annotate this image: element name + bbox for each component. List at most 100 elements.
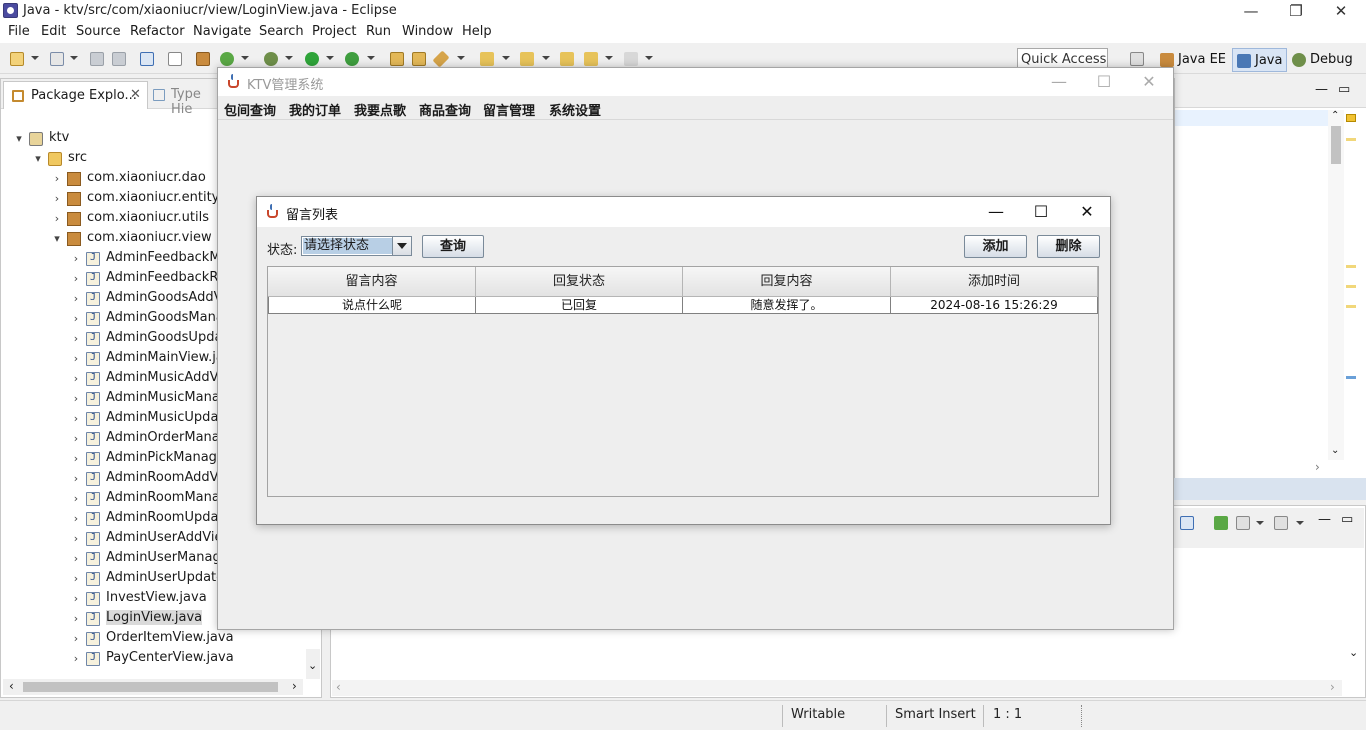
- chevron-right-icon[interactable]: ›: [70, 512, 82, 525]
- chevron-right-icon[interactable]: ›: [70, 492, 82, 505]
- display-console-icon[interactable]: [1180, 516, 1194, 530]
- debug-icon[interactable]: [264, 52, 278, 66]
- tree-item-file[interactable]: › PayCenterView.java: [70, 649, 311, 669]
- chevron-right-icon[interactable]: ›: [70, 412, 82, 425]
- chevron-right-icon[interactable]: ›: [70, 292, 82, 305]
- query-button[interactable]: 查询: [422, 235, 484, 258]
- tab-package-explorer[interactable]: Package Explo... ✕: [3, 81, 148, 109]
- menu-edit[interactable]: Edit: [41, 24, 66, 39]
- chevron-right-icon[interactable]: ›: [70, 532, 82, 545]
- scrollbar-thumb[interactable]: [1331, 126, 1341, 164]
- chevron-down-icon[interactable]: [392, 237, 411, 255]
- menu-message-management[interactable]: 留言管理: [483, 100, 535, 119]
- chevron-down-icon[interactable]: ▾: [13, 132, 25, 145]
- minimize-icon[interactable]: —: [1231, 2, 1271, 20]
- table-cell[interactable]: 说点什么呢: [268, 297, 476, 314]
- menu-my-orders[interactable]: 我的订单: [289, 100, 341, 119]
- last-edit-icon[interactable]: [560, 52, 574, 66]
- open-folder-icon[interactable]: [390, 52, 404, 66]
- chevron-down-icon[interactable]: [542, 56, 550, 60]
- occurrence-marker[interactable]: [1346, 138, 1356, 141]
- minimize-icon[interactable]: —: [973, 201, 1019, 223]
- chevron-right-icon[interactable]: ›: [70, 252, 82, 265]
- minimize-icon[interactable]: —: [1318, 512, 1331, 527]
- refresh-icon[interactable]: [220, 52, 234, 66]
- chevron-down-icon[interactable]: ⌄: [1349, 646, 1358, 659]
- chevron-right-icon[interactable]: ›: [70, 652, 82, 665]
- chevron-right-icon[interactable]: ›: [70, 452, 82, 465]
- chevron-up-icon[interactable]: ⌃: [1331, 110, 1339, 121]
- chevron-right-icon[interactable]: ›: [70, 312, 82, 325]
- skip-breakpoints-icon[interactable]: [168, 52, 182, 66]
- chevron-down-icon[interactable]: [70, 56, 78, 60]
- status-select[interactable]: 请选择状态: [301, 236, 412, 256]
- chevron-down-icon[interactable]: [31, 56, 39, 60]
- close-icon[interactable]: ✕: [1064, 201, 1110, 223]
- open-console-icon[interactable]: [1236, 516, 1250, 530]
- minimize-icon[interactable]: —: [1037, 71, 1081, 93]
- chevron-down-icon[interactable]: [285, 56, 293, 60]
- chevron-right-icon[interactable]: ›: [292, 679, 297, 693]
- previous-annotation-icon[interactable]: [520, 52, 534, 66]
- new-console-icon[interactable]: [1274, 516, 1288, 530]
- chevron-right-icon[interactable]: ›: [70, 592, 82, 605]
- close-icon[interactable]: ✕: [1127, 71, 1171, 93]
- chevron-left-icon[interactable]: ‹: [336, 680, 341, 694]
- new-icon[interactable]: [10, 52, 24, 66]
- chevron-down-icon[interactable]: ⌄: [1331, 445, 1339, 456]
- maximize-icon[interactable]: ☐: [1082, 71, 1126, 93]
- column-header-add-time[interactable]: 添加时间: [891, 267, 1098, 297]
- perspective-debug[interactable]: Debug: [1288, 48, 1357, 72]
- back-icon[interactable]: [584, 52, 598, 66]
- chevron-right-icon[interactable]: ›: [1315, 460, 1320, 474]
- menu-goods-query[interactable]: 商品查询: [419, 100, 471, 119]
- new-project-icon[interactable]: [50, 52, 64, 66]
- menu-song-request[interactable]: 我要点歌: [354, 100, 406, 119]
- delete-button[interactable]: 删除: [1037, 235, 1100, 258]
- chevron-right-icon[interactable]: ›: [70, 372, 82, 385]
- maximize-icon[interactable]: ▭: [1341, 512, 1353, 527]
- table-cell[interactable]: 2024-08-16 15:26:29: [891, 297, 1098, 314]
- message-list-title-bar[interactable]: 留言列表 — ☐ ✕: [257, 197, 1110, 227]
- chevron-right-icon[interactable]: ›: [51, 192, 63, 205]
- tree-vertical-scrollbar[interactable]: ⌄: [306, 649, 320, 679]
- maximize-icon[interactable]: ☐: [1018, 201, 1064, 223]
- chevron-right-icon[interactable]: ›: [70, 392, 82, 405]
- table-cell[interactable]: 已回复: [476, 297, 683, 314]
- chevron-right-icon[interactable]: ›: [70, 272, 82, 285]
- close-icon[interactable]: ✕: [1321, 2, 1361, 20]
- menu-source[interactable]: Source: [76, 24, 121, 39]
- occurrence-marker[interactable]: [1346, 265, 1356, 268]
- console-horizontal-scrollbar[interactable]: ‹ ›: [332, 680, 1342, 696]
- menu-room-query[interactable]: 包间查询: [224, 100, 276, 119]
- menu-run[interactable]: Run: [366, 24, 391, 39]
- chevron-down-icon[interactable]: [457, 56, 465, 60]
- run-external-icon[interactable]: [345, 52, 359, 66]
- menu-file[interactable]: File: [8, 24, 30, 39]
- chevron-right-icon[interactable]: ›: [70, 612, 82, 625]
- chevron-down-icon[interactable]: ▾: [32, 152, 44, 165]
- tree-horizontal-scrollbar[interactable]: ‹ ›: [3, 679, 303, 695]
- chevron-down-icon[interactable]: [1256, 521, 1264, 525]
- open-perspective-icon[interactable]: [1130, 52, 1144, 66]
- chevron-down-icon[interactable]: ▾: [51, 232, 63, 245]
- column-header-reply-status[interactable]: 回复状态: [476, 267, 683, 297]
- save-icon[interactable]: [90, 52, 104, 66]
- menu-navigate[interactable]: Navigate: [193, 24, 251, 39]
- chevron-right-icon[interactable]: ›: [70, 352, 82, 365]
- maximize-icon[interactable]: ▭: [1338, 82, 1350, 97]
- menu-refactor[interactable]: Refactor: [130, 24, 185, 39]
- occurrence-marker[interactable]: [1346, 305, 1356, 308]
- scrollbar-thumb[interactable]: [23, 682, 278, 692]
- pin-console-icon[interactable]: [1214, 516, 1228, 530]
- chevron-down-icon[interactable]: [645, 56, 653, 60]
- column-header-message-content[interactable]: 留言内容: [268, 267, 476, 297]
- restore-icon[interactable]: ❐: [1276, 2, 1316, 20]
- console-icon[interactable]: [140, 52, 154, 66]
- save-all-icon[interactable]: [112, 52, 126, 66]
- occurrence-marker[interactable]: [1346, 285, 1356, 288]
- open-file-icon[interactable]: [412, 52, 426, 66]
- run-icon[interactable]: [305, 52, 319, 66]
- chevron-down-icon[interactable]: ⌄: [308, 659, 317, 672]
- warning-marker[interactable]: [1346, 114, 1356, 122]
